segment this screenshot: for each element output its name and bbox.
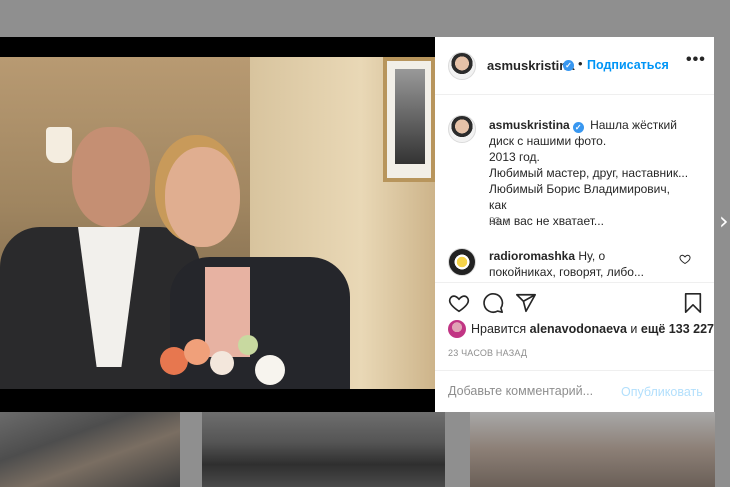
likes-conjunction: и — [630, 322, 638, 336]
likes-summary: Нравится alenavodonaeva и ещё 133 227 — [471, 322, 714, 336]
verified-badge-icon: ✓ — [563, 60, 574, 71]
caption-line: Любимый Борис Владимирович, как — [489, 182, 670, 212]
bookmark-icon[interactable] — [682, 292, 704, 314]
comment-line: покойниках, говорят, либо... — [489, 265, 644, 279]
separator-dot: • — [578, 56, 583, 71]
avatar[interactable] — [448, 52, 476, 80]
liker-username[interactable]: alenavodonaeva — [530, 322, 627, 336]
commenter-avatar[interactable] — [448, 248, 476, 276]
comment-like-heart-icon[interactable] — [679, 253, 691, 265]
caption-line: диск с нашими фото. — [489, 134, 607, 148]
caption-line: Нашла жёсткий — [590, 118, 677, 132]
more-options-icon[interactable]: ••• — [686, 51, 706, 69]
publish-button[interactable]: Опубликовать — [621, 385, 703, 399]
photo-flowers — [150, 327, 290, 389]
feed-thumbnail — [470, 412, 715, 487]
post-header: asmuskristina ✓ • Подписаться ••• — [435, 37, 714, 95]
speech-bubble-icon[interactable] — [482, 292, 504, 314]
chevron-right-icon[interactable]: › — [719, 207, 729, 235]
feed-thumbnail — [202, 412, 445, 487]
comment-line: Ну, о — [578, 249, 606, 263]
header-username[interactable]: asmuskristina — [487, 58, 574, 73]
commenter-username[interactable]: radioromashka — [489, 249, 575, 263]
caption-line: Любимый мастер, друг, наставник... — [489, 166, 689, 180]
paper-plane-icon[interactable] — [515, 292, 537, 314]
likes-prefix: Нравится — [471, 322, 527, 336]
caption-line: 2013 год. — [489, 150, 540, 164]
post-photo — [0, 57, 435, 389]
caption-username[interactable]: asmuskristina — [489, 118, 570, 132]
feed-thumbnail — [0, 412, 180, 487]
comment-input[interactable] — [448, 384, 618, 398]
caption-avatar[interactable] — [448, 115, 476, 143]
heart-outline-icon[interactable] — [448, 292, 470, 314]
likes-count[interactable]: ещё 133 227 — [641, 322, 714, 336]
post-actions: Нравится alenavodonaeva и ещё 133 227 23… — [435, 282, 714, 412]
photo-portrait-frame — [383, 57, 435, 182]
verified-badge-icon: ✓ — [572, 122, 584, 133]
caption-timestamp[interactable]: 23 ч. — [489, 216, 511, 227]
post-modal: asmuskristina ✓ • Подписаться ••• asmusk… — [0, 37, 714, 412]
liker-avatar[interactable] — [448, 320, 466, 338]
follow-button[interactable]: Подписаться — [587, 58, 669, 72]
post-side-panel: asmuskristina ✓ • Подписаться ••• asmusk… — [435, 37, 714, 412]
comment-text: radioromashka Ну, о покойниках, говорят,… — [489, 248, 664, 280]
caption-line: нам вас не хватает... — [489, 214, 604, 228]
comment-box: Опубликовать — [435, 370, 714, 413]
caption-text: asmuskristina ✓ Нашла жёсткий диск с наши… — [489, 117, 689, 229]
post-date[interactable]: 23 ЧАСОВ НАЗАД — [448, 348, 527, 358]
background-feed-grid — [0, 412, 730, 487]
